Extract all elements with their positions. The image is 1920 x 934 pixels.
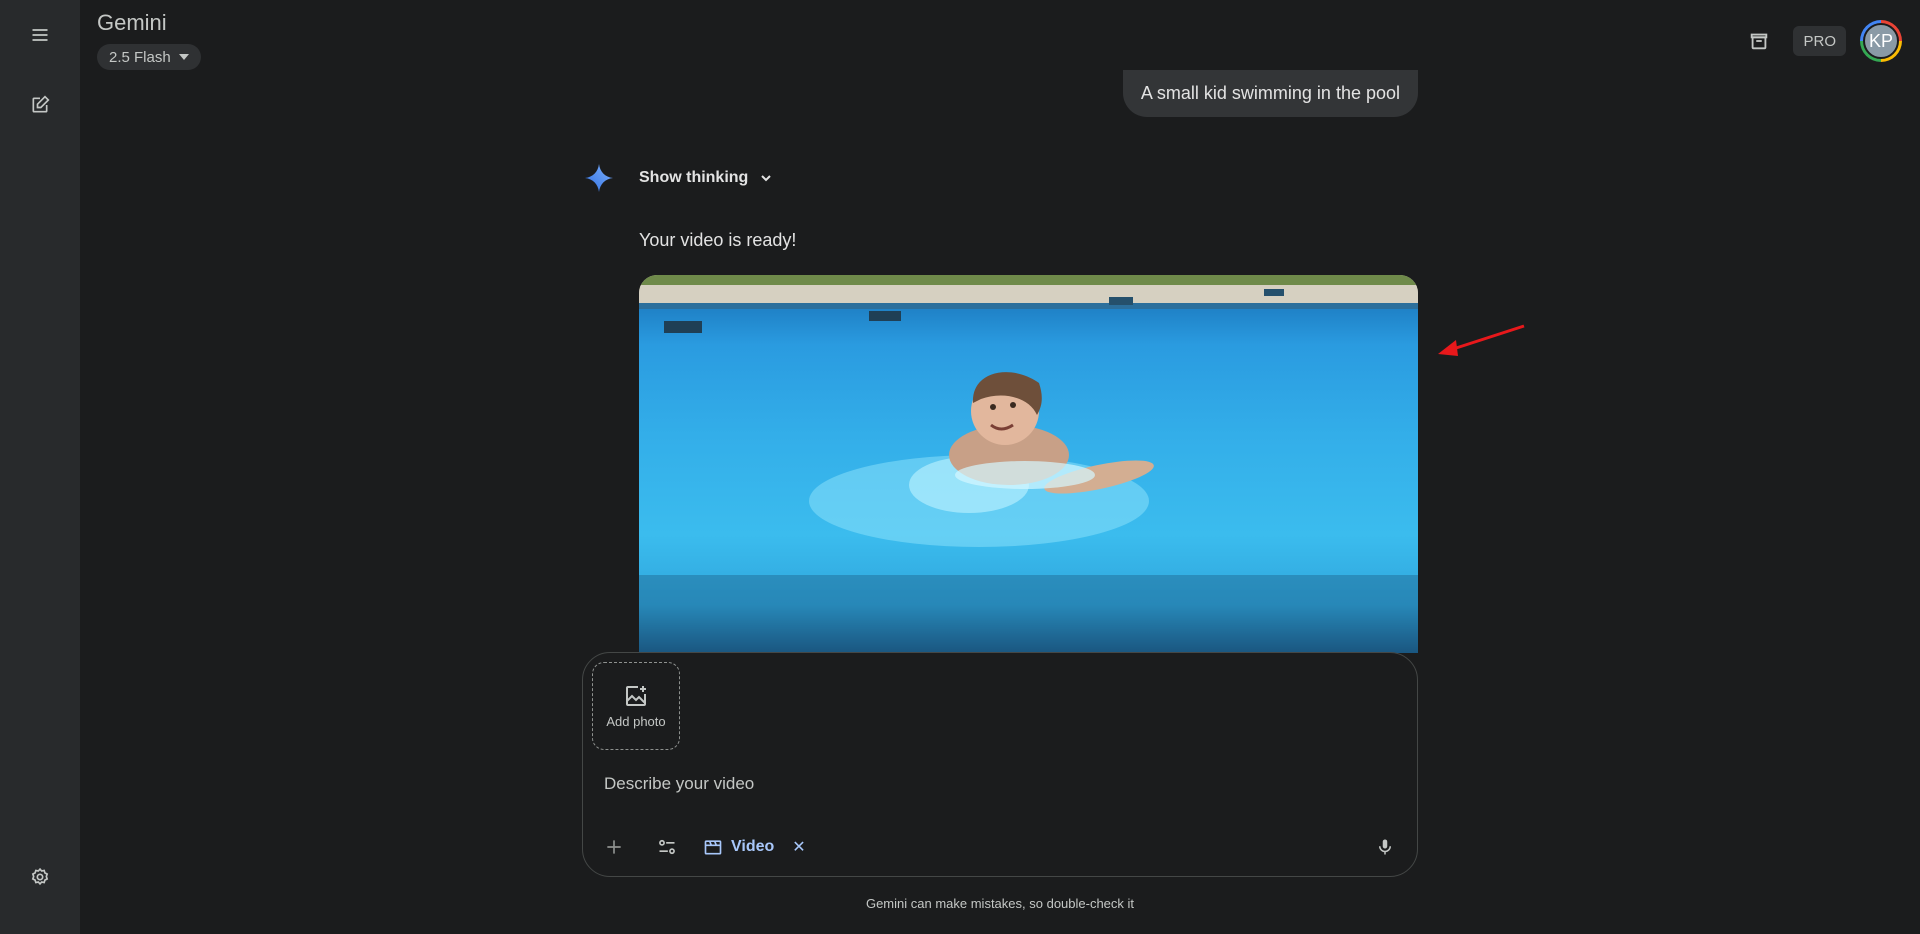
add-photo-icon	[626, 685, 646, 706]
add-photo-button[interactable]: Add photo	[592, 662, 680, 750]
video-tool-icon	[704, 840, 722, 855]
video-tool-close-icon[interactable]: ✕	[792, 837, 805, 857]
new-chat-icon	[32, 95, 50, 113]
model-selector[interactable]: 2.5 Flash	[97, 44, 201, 70]
microphone-icon	[1379, 839, 1391, 855]
tools-button[interactable]	[649, 829, 685, 865]
avatar-initials: KP	[1863, 23, 1899, 59]
model-selector-label: 2.5 Flash	[109, 48, 171, 66]
response-text: Your video is ready!	[639, 230, 797, 250]
prompt-input[interactable]	[604, 769, 1384, 799]
user-prompt-bubble: A small kid swimming in the pool	[1122, 70, 1418, 117]
menu-icon	[32, 29, 48, 41]
tools-icon	[659, 839, 675, 855]
settings-button[interactable]	[16, 853, 64, 901]
microphone-button[interactable]	[1367, 829, 1403, 865]
show-thinking-label: Show thinking	[639, 169, 749, 186]
add-photo-label: Add photo	[606, 713, 666, 729]
video-tool-chip[interactable]: Video ✕	[703, 833, 806, 861]
account-avatar[interactable]: KP	[1860, 20, 1902, 62]
sidebar	[0, 0, 80, 934]
app-title: Gemini	[97, 10, 167, 35]
gemini-star-icon	[585, 164, 613, 192]
main-menu-button[interactable]	[16, 11, 64, 59]
show-thinking-toggle[interactable]: Show thinking	[639, 166, 774, 190]
chevron-down-icon	[761, 175, 772, 182]
add-button[interactable]	[596, 829, 632, 865]
prompt-composer: Add photo Video ✕	[582, 652, 1418, 877]
temporary-chat-icon	[1751, 33, 1768, 50]
temporary-chat-button[interactable]	[1739, 21, 1779, 61]
video-thumbnail-image	[639, 275, 1418, 653]
generated-video[interactable]	[639, 275, 1418, 653]
red-annotation-arrow	[1438, 324, 1525, 356]
disclaimer-text: Gemini can make mistakes, so double-chec…	[865, 896, 1135, 911]
new-chat-button[interactable]	[16, 81, 64, 129]
top-right-actions: PRO KP	[1739, 20, 1902, 62]
caret-down-icon	[178, 54, 189, 60]
video-tool-label: Video	[731, 838, 775, 855]
pro-badge: PRO	[1793, 26, 1846, 56]
settings-icon	[31, 867, 49, 886]
plus-icon	[607, 840, 621, 854]
